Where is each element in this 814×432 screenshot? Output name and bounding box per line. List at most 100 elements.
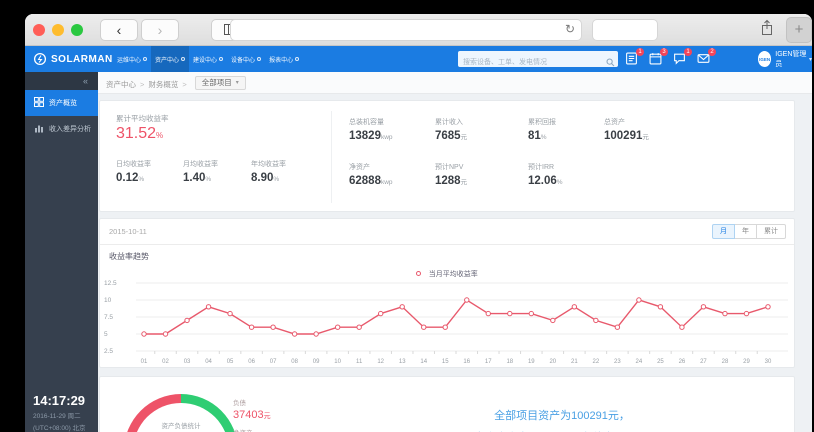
- breadcrumb-crumb[interactable]: 财务概览: [148, 80, 178, 89]
- value: 81: [528, 130, 541, 142]
- search-input[interactable]: [458, 55, 598, 70]
- sub-rate-label: 日均收益率: [116, 161, 151, 168]
- data-point[interactable]: [270, 324, 276, 330]
- value: 1288: [435, 175, 461, 187]
- value: 1.40: [183, 172, 206, 184]
- project-selector[interactable]: 全部项目 ▾: [194, 75, 246, 90]
- svg-text:28: 28: [722, 359, 729, 365]
- data-point[interactable]: [765, 304, 771, 310]
- data-point[interactable]: [248, 324, 255, 330]
- data-point[interactable]: [162, 331, 169, 337]
- data-point[interactable]: [657, 304, 664, 310]
- svg-text:19: 19: [528, 359, 535, 365]
- data-point[interactable]: [507, 310, 513, 317]
- range-button-年[interactable]: 年: [735, 224, 757, 239]
- solarman-logo[interactable]: SOLARMAN: [33, 46, 113, 72]
- data-point[interactable]: [528, 310, 535, 317]
- unit: 元: [460, 134, 468, 141]
- data-point[interactable]: [377, 310, 384, 317]
- data-point[interactable]: [334, 324, 341, 330]
- sub-rate-0: 日均收益率 0.12%: [116, 159, 151, 184]
- calendar-icon[interactable]: 3: [649, 48, 668, 66]
- value: 62888: [349, 175, 381, 187]
- breadcrumb-path: 资产中心 > 财务概览 >: [106, 74, 191, 92]
- data-point[interactable]: [593, 317, 599, 324]
- close-window-button[interactable]: [33, 24, 45, 36]
- sub-rate-1: 月均收益率 1.40%: [183, 159, 218, 184]
- sub-rate-2: 年均收益率 8.90%: [251, 159, 286, 184]
- data-point[interactable]: [442, 324, 448, 330]
- data-point[interactable]: [313, 331, 319, 337]
- data-point[interactable]: [291, 331, 298, 337]
- unit: %: [205, 176, 212, 183]
- svg-text:08: 08: [291, 359, 298, 365]
- sidebar-item-label: 资产概览: [49, 100, 77, 107]
- range-button-累计[interactable]: 累计: [757, 224, 786, 239]
- address-bar[interactable]: ↻: [230, 19, 582, 41]
- header-badges: 1 3 1 2: [625, 46, 716, 72]
- data-point[interactable]: [464, 297, 470, 303]
- data-point[interactable]: [571, 304, 578, 310]
- data-point[interactable]: [743, 310, 750, 317]
- nav-item-2[interactable]: 建设中心: [189, 46, 227, 72]
- svg-text:10: 10: [334, 359, 341, 365]
- data-point[interactable]: [550, 317, 556, 324]
- zoom-window-button[interactable]: [71, 24, 83, 36]
- clock-time: 14:17:29: [33, 393, 86, 408]
- report-icon[interactable]: 1: [625, 48, 644, 66]
- data-point[interactable]: [700, 304, 707, 310]
- svg-text:09: 09: [313, 359, 320, 365]
- data-point[interactable]: [356, 324, 362, 330]
- mail-icon[interactable]: 2: [697, 48, 716, 66]
- nav-item-label: 资产中心: [155, 57, 180, 64]
- balance-stat-0: 负债 37403元: [233, 397, 271, 421]
- data-point[interactable]: [184, 317, 190, 324]
- nav-dropdown-icon: [143, 57, 148, 61]
- back-button[interactable]: ‹: [100, 19, 138, 41]
- breadcrumb-crumb[interactable]: 资产中心: [106, 80, 136, 89]
- breadcrumb-separator: >: [182, 79, 187, 89]
- nav-dropdown-icon: [257, 57, 262, 61]
- reload-icon[interactable]: ↻: [565, 22, 575, 36]
- search-icon[interactable]: [606, 54, 615, 72]
- data-point[interactable]: [421, 324, 427, 330]
- sidebar-item-1[interactable]: 收入差异分析: [25, 116, 98, 142]
- share-icon[interactable]: [755, 19, 779, 41]
- chat-icon[interactable]: 1: [673, 48, 692, 66]
- svg-text:12.5: 12.5: [104, 280, 117, 287]
- sidebar-item-0[interactable]: 资产概览: [25, 90, 98, 116]
- data-point[interactable]: [141, 331, 147, 337]
- nav-item-3[interactable]: 设备中心: [227, 46, 265, 72]
- svg-text:5: 5: [104, 331, 108, 338]
- svg-text:04: 04: [205, 359, 212, 365]
- stat-0: 总装机容量 13829kwp: [349, 117, 393, 142]
- data-point[interactable]: [614, 324, 621, 330]
- chart-title: 收益率趋势: [109, 252, 149, 261]
- range-button-月[interactable]: 月: [712, 224, 735, 239]
- data-point[interactable]: [399, 304, 405, 310]
- sidebar-collapse-button[interactable]: «: [25, 72, 98, 90]
- clock-timezone: (UTC+08:00) 北京: [33, 425, 86, 432]
- new-tab-button[interactable]: +: [786, 17, 812, 43]
- user-menu[interactable]: IGEN IGEN管理员 ▾: [758, 46, 812, 72]
- nav-item-0[interactable]: 运维中心: [113, 46, 151, 72]
- stat-value: 81%: [528, 130, 556, 142]
- data-point[interactable]: [205, 304, 212, 310]
- browser-chrome: ‹ › ↻ +: [25, 14, 812, 46]
- data-point[interactable]: [722, 310, 728, 317]
- balance-stat-value: 37403元: [233, 409, 271, 421]
- data-point[interactable]: [485, 310, 491, 317]
- date-picker[interactable]: 2015-10-11: [109, 227, 147, 236]
- forward-button[interactable]: ›: [141, 19, 179, 41]
- minimize-window-button[interactable]: [52, 24, 64, 36]
- svg-text:10: 10: [104, 297, 112, 304]
- secondary-address-field[interactable]: [592, 19, 658, 41]
- data-point[interactable]: [227, 310, 233, 317]
- nav-item-1[interactable]: 资产中心: [151, 46, 190, 72]
- summary-card: 累计平均收益率 31.52% 日均收益率 0.12% 月均收益率 1.40% 年均收益率…: [99, 100, 795, 212]
- nav-item-4[interactable]: 报表中心: [265, 46, 303, 72]
- stat-2: 累积回报 81%: [528, 117, 556, 142]
- data-point[interactable]: [636, 297, 642, 303]
- data-point[interactable]: [679, 324, 685, 330]
- header-nav: 运维中心 资产中心 建设中心 设备中心 报表中心: [113, 46, 303, 72]
